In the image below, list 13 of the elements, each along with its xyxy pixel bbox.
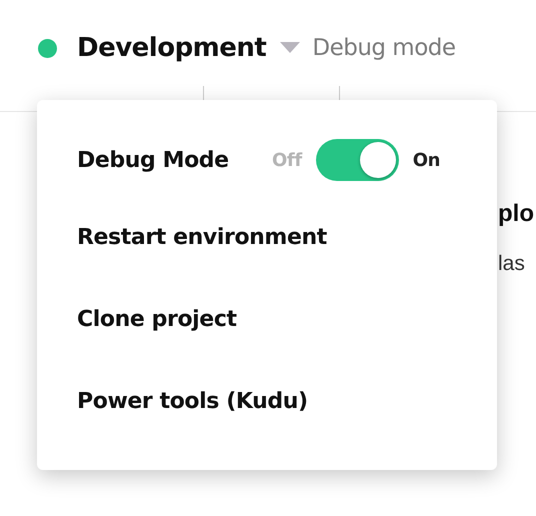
on-label: On: [412, 150, 440, 170]
heading-text: plo: [498, 200, 535, 228]
mode-label: Debug mode: [312, 35, 456, 61]
environment-name[interactable]: Development: [77, 33, 266, 63]
caret-icon[interactable]: [280, 42, 300, 54]
menu-item[interactable]: Clone project: [77, 278, 237, 360]
menu-label: Debug Mode: [77, 148, 230, 172]
status-dot: [38, 38, 57, 58]
menu-item[interactable]: Restart environment: [77, 196, 327, 278]
off-label: Off: [272, 150, 302, 170]
toggle-switch[interactable]: [316, 139, 399, 181]
body-text: las: [498, 252, 526, 276]
menu-item[interactable]: Power tools (Kudu): [77, 360, 308, 442]
